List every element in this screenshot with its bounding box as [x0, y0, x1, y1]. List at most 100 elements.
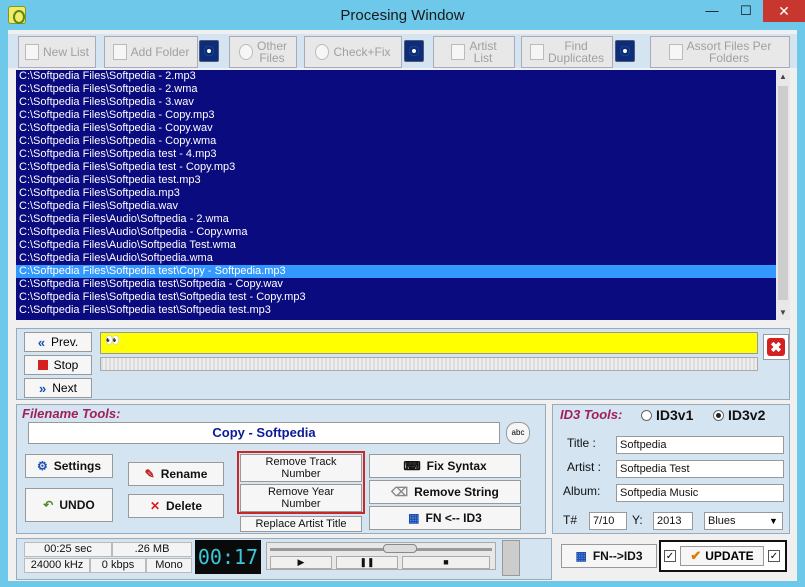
file-list-item[interactable]: C:\Softpedia Files\Softpedia test.mp3 — [16, 174, 776, 187]
file-list-item[interactable]: C:\Softpedia Files\Softpedia test\Softpe… — [16, 304, 776, 317]
file-list-item[interactable]: C:\Softpedia Files\Audio\Softpedia Test.… — [16, 239, 776, 252]
id3v1-radio[interactable]: ID3v1 — [641, 407, 693, 423]
remove-year-number-button[interactable]: Remove Year Number — [240, 484, 362, 512]
eraser-icon: ⌫ — [391, 485, 409, 499]
prev-button[interactable]: «Prev. — [24, 332, 92, 352]
add-folder-button[interactable]: Add Folder — [104, 36, 198, 68]
file-list-item[interactable]: C:\Softpedia Files\Softpedia - Copy.mp3 — [16, 109, 776, 122]
chevron-down-icon[interactable]: ▼ — [765, 513, 782, 529]
file-list-item[interactable]: C:\Softpedia Files\Softpedia - Copy.wma — [16, 135, 776, 148]
volume-slider[interactable] — [502, 540, 520, 576]
duration-readout: 00:25 sec — [24, 542, 112, 557]
file-list-item[interactable]: C:\Softpedia Files\Softpedia.mp3 — [16, 187, 776, 200]
fix-syntax-button[interactable]: ⌨ Fix Syntax — [369, 454, 521, 478]
eyes-icon: 👀 — [105, 333, 120, 347]
stop-icon — [37, 360, 48, 370]
progress-bar — [100, 357, 758, 371]
frequency-readout: 24000 kHz — [24, 558, 90, 573]
new-list-button[interactable]: New List — [18, 36, 96, 68]
flashlight-icon — [529, 44, 544, 60]
update-checkbox-right[interactable]: ✓ — [768, 550, 780, 562]
delete-button[interactable]: ✕ Delete — [128, 494, 224, 518]
maximize-button[interactable]: ☐ — [729, 0, 763, 22]
filename-tools-label: Filename Tools: — [22, 406, 121, 421]
document-icon — [24, 44, 39, 60]
radio-circle-selected — [713, 409, 724, 421]
next-button[interactable]: » Next — [24, 378, 92, 398]
add-folder-settings-icon[interactable] — [199, 40, 219, 62]
close-window-button[interactable]: ✕ — [763, 0, 805, 22]
minimize-button[interactable]: — — [695, 0, 729, 22]
bitrate-readout: 0 kbps — [90, 558, 146, 573]
cancel-button[interactable]: ✖ — [763, 334, 789, 360]
abc-button[interactable]: abc — [506, 422, 530, 444]
progress-status-bar: 👀 — [100, 332, 758, 354]
file-list-item[interactable]: C:\Softpedia Files\Softpedia - Copy.wav — [16, 122, 776, 135]
title-label: Title : — [567, 436, 596, 450]
fn-to-id3-button[interactable]: ▦ FN-->ID3 — [561, 544, 657, 568]
file-list-item[interactable]: C:\Softpedia Files\Audio\Softpedia - Cop… — [16, 226, 776, 239]
other-files-button[interactable]: Other Files — [229, 36, 297, 68]
player-stop-button[interactable]: ■ — [402, 556, 490, 569]
check-fix-settings-icon[interactable] — [404, 40, 424, 62]
id3-tag-icon: ▦ — [408, 511, 420, 525]
update-checkbox-left[interactable]: ✓ — [664, 550, 676, 562]
file-list-item[interactable]: C:\Softpedia Files\Softpedia - 2.mp3 — [16, 70, 776, 83]
file-list-item[interactable]: C:\Softpedia Files\Audio\Softpedia.wma — [16, 252, 776, 265]
pencil-icon: ✎ — [144, 467, 155, 481]
find-duplicates-button[interactable]: Find Duplicates — [521, 36, 613, 68]
artist-label: Artist : — [567, 460, 602, 474]
settings-button[interactable]: ⚙ Settings — [25, 454, 113, 478]
file-list-item[interactable]: C:\Softpedia Files\Audio\Softpedia - 2.w… — [16, 213, 776, 226]
artist-list-button[interactable]: Artist List — [433, 36, 515, 68]
disc-icon — [238, 44, 253, 60]
year-label: Y: — [632, 513, 643, 527]
assort-files-button[interactable]: Assort Files Per Folders — [650, 36, 790, 68]
year-input[interactable]: 2013 — [653, 512, 693, 530]
file-list-item[interactable]: C:\Softpedia Files\Softpedia test - 4.mp… — [16, 148, 776, 161]
check-fix-button[interactable]: Check+Fix — [304, 36, 402, 68]
file-list-item[interactable]: C:\Softpedia Files\Softpedia - 2.wma — [16, 83, 776, 96]
file-list[interactable]: C:\Softpedia Files\Softpedia - 2.mp3 C:\S… — [16, 70, 776, 320]
size-readout: .26 MB — [112, 542, 192, 557]
remove-string-button[interactable]: ⌫ Remove String — [369, 480, 521, 504]
pause-button[interactable]: ❚❚ — [336, 556, 398, 569]
scroll-up-icon[interactable]: ▲ — [776, 70, 790, 84]
file-list-item[interactable]: C:\Softpedia Files\Softpedia test\Softpe… — [16, 278, 776, 291]
title-input[interactable]: Softpedia — [616, 436, 784, 454]
file-list-item[interactable]: C:\Softpedia Files\Softpedia test\Softpe… — [16, 291, 776, 304]
file-list-item[interactable]: C:\Softpedia Files\Softpedia - 3.wav — [16, 96, 776, 109]
scroll-down-icon[interactable]: ▼ — [776, 306, 790, 320]
fn-from-id3-button[interactable]: ▦ FN <-- ID3 — [369, 506, 521, 530]
chevrons-left-icon: « — [37, 334, 46, 350]
undo-button[interactable]: ↶ UNDO — [25, 488, 113, 522]
file-list-scrollbar[interactable]: ▲ ▼ — [776, 70, 790, 320]
stop-button[interactable]: Stop — [24, 355, 92, 375]
checkmark-icon: ✔ — [690, 548, 702, 563]
album-input[interactable]: Softpedia Music — [616, 484, 784, 502]
chevrons-right-icon: » — [39, 380, 47, 396]
time-display: 00:17 — [195, 540, 261, 574]
gear-icon: ⚙ — [36, 459, 48, 473]
find-duplicates-settings-icon[interactable] — [615, 40, 635, 62]
update-button[interactable]: ✔ UPDATE — [680, 546, 764, 566]
artist-input[interactable]: Softpedia Test — [616, 460, 784, 478]
file-list-item[interactable]: C:\Softpedia Files\Softpedia.wav — [16, 200, 776, 213]
seek-track — [270, 548, 492, 551]
seek-thumb[interactable] — [383, 544, 417, 553]
id3v2-radio[interactable]: ID3v2 — [713, 407, 765, 423]
remove-track-number-button[interactable]: Remove Track Number — [240, 454, 362, 482]
filename-input[interactable]: Copy - Softpedia — [28, 422, 500, 444]
folder-plus-icon — [112, 44, 127, 60]
undo-icon: ↶ — [43, 498, 54, 512]
file-list-item[interactable]: C:\Softpedia Files\Softpedia test - Copy… — [16, 161, 776, 174]
track-input[interactable]: 7/10 — [589, 512, 627, 530]
id3-tools-label: ID3 Tools: — [560, 407, 623, 422]
album-label: Album: — [563, 484, 601, 498]
window-title: Procesing Window — [340, 7, 465, 24]
replace-artist-title-button[interactable]: Replace Artist Title — [240, 516, 362, 532]
play-button[interactable]: ▶ — [270, 556, 332, 569]
file-list-item[interactable]: C:\Softpedia Files\Softpedia test\Copy -… — [16, 265, 776, 278]
scroll-thumb[interactable] — [778, 86, 788, 300]
rename-button[interactable]: ✎ Rename — [128, 462, 224, 486]
